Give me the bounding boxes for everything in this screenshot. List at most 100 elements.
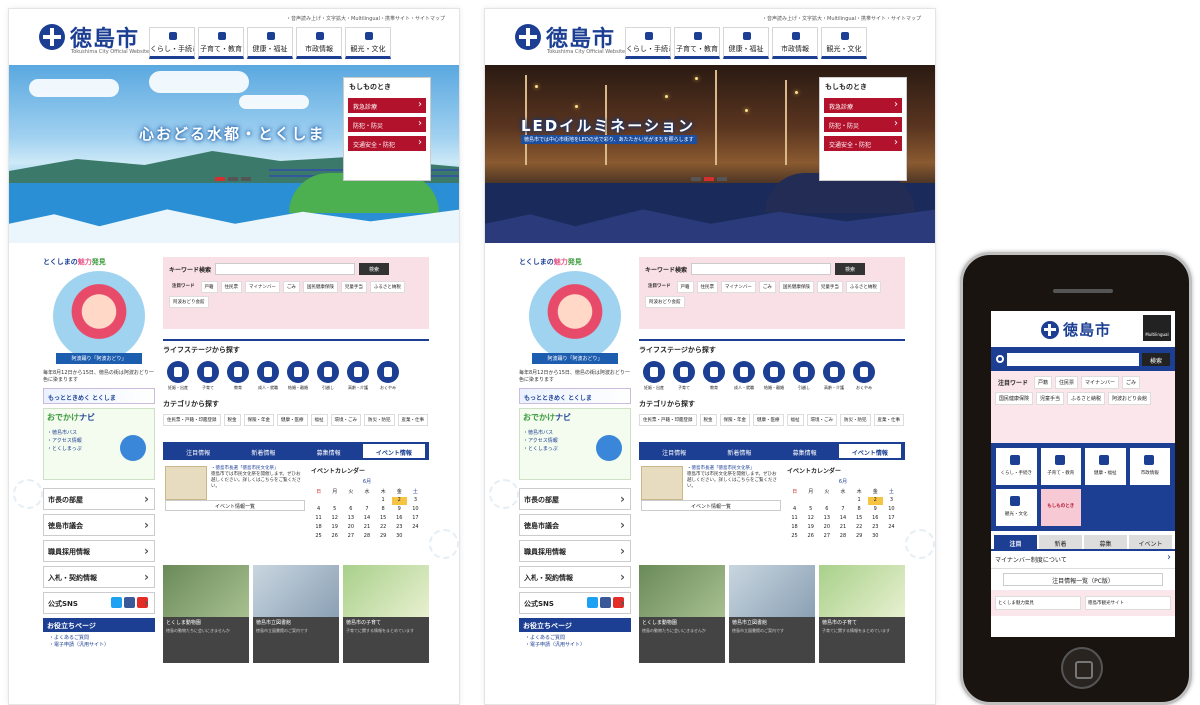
- nav-kurashi[interactable]: くらし・手続き: [149, 27, 195, 59]
- calendar-day[interactable]: 10: [408, 506, 423, 514]
- job-icon[interactable]: [733, 361, 755, 383]
- facebook-icon[interactable]: [600, 597, 611, 608]
- event-list-button[interactable]: イベント情報一覧: [165, 500, 305, 511]
- elderly-icon[interactable]: [347, 361, 369, 383]
- tab-featured[interactable]: 注目情報: [643, 444, 705, 458]
- mobile-tab-new[interactable]: 新着: [1039, 535, 1082, 549]
- odekake-navi[interactable]: おでかけナビ ・徳島市バス ・アクセス情報 ・とくしまっぷ: [43, 408, 155, 480]
- bid-link[interactable]: 入札・契約情報: [519, 566, 631, 588]
- bereavement-icon[interactable]: [377, 361, 399, 383]
- calendar-day[interactable]: 27: [343, 533, 358, 541]
- tab-recruit[interactable]: 募集情報: [774, 444, 836, 458]
- photo-banner-childcare[interactable]: 徳島市の子育て 子育てに関する情報をまとめています: [343, 565, 429, 663]
- event-thumbnail[interactable]: [165, 466, 207, 500]
- calendar-day[interactable]: 22: [852, 524, 867, 532]
- calendar-day[interactable]: 5: [327, 506, 342, 514]
- odekake-navi[interactable]: おでかけナビ ・徳島市バス ・アクセス情報 ・とくしまっぷ: [519, 408, 631, 480]
- multilingual-button[interactable]: Multilingual: [1143, 315, 1171, 341]
- mobile-logo[interactable]: 徳島市: [1041, 319, 1111, 340]
- job-icon[interactable]: [257, 361, 279, 383]
- disaster-button[interactable]: 防犯・防災: [348, 117, 426, 132]
- recruit-link[interactable]: 職員採用情報: [43, 540, 155, 562]
- nav-kenko[interactable]: 健康・福祉: [247, 27, 293, 59]
- event-thumbnail[interactable]: [641, 466, 683, 500]
- moving-icon[interactable]: [317, 361, 339, 383]
- calendar-day[interactable]: 14: [359, 515, 374, 523]
- mayor-room-link[interactable]: 市長の部屋: [43, 488, 155, 510]
- calendar-day[interactable]: 7: [359, 506, 374, 514]
- calendar-day[interactable]: 4: [787, 506, 802, 514]
- calendar-day[interactable]: 17: [884, 515, 899, 523]
- elderly-icon[interactable]: [823, 361, 845, 383]
- mobile-tab-event[interactable]: イベント: [1129, 535, 1172, 549]
- calendar-day[interactable]: 17: [408, 515, 423, 523]
- education-icon[interactable]: [227, 361, 249, 383]
- mobile-nav-kurashi[interactable]: くらし・手続き: [996, 448, 1037, 485]
- calendar-day[interactable]: 4: [311, 506, 326, 514]
- calendar-day[interactable]: 30: [868, 533, 883, 541]
- calendar-day[interactable]: 14: [835, 515, 850, 523]
- hero-banner-day[interactable]: 心おどる水都・とくしま もしものとき 救急診療 防犯・防災 交通安全・防犯: [9, 65, 459, 243]
- calendar-day[interactable]: 10: [884, 506, 899, 514]
- traffic-safety-button[interactable]: 交通安全・防犯: [348, 136, 426, 151]
- traffic-safety-button[interactable]: 交通安全・防犯: [824, 136, 902, 151]
- mobile-search-button[interactable]: 検索: [1142, 352, 1170, 366]
- nav-kanko[interactable]: 観光・文化: [345, 27, 391, 59]
- mobile-nav-shisei[interactable]: 市政情報: [1129, 448, 1170, 485]
- e-apply-link[interactable]: ・電子申請（汎用サイト）: [49, 642, 149, 649]
- marriage-icon[interactable]: [287, 361, 309, 383]
- facebook-icon[interactable]: [124, 597, 135, 608]
- calendar-day[interactable]: 9: [392, 506, 407, 514]
- slider-dot[interactable]: [228, 177, 238, 181]
- calendar-day[interactable]: 20: [819, 524, 834, 532]
- calendar-day[interactable]: 24: [884, 524, 899, 532]
- emergency-clinic-button[interactable]: 救急診療: [348, 98, 426, 113]
- sns-link[interactable]: 公式SNS: [519, 592, 631, 614]
- calendar-day[interactable]: 6: [819, 506, 834, 514]
- calendar-day[interactable]: 12: [803, 515, 818, 523]
- calendar-day[interactable]: 9: [868, 506, 883, 514]
- calendar-day[interactable]: 3: [884, 497, 899, 505]
- city-council-link[interactable]: 徳島市議会: [519, 514, 631, 536]
- tab-new[interactable]: 新着情報: [708, 444, 770, 458]
- tab-event[interactable]: イベント情報: [362, 444, 425, 458]
- nav-shisei[interactable]: 市政情報: [772, 27, 818, 59]
- nav-shisei[interactable]: 市政情報: [296, 27, 342, 59]
- faq-link[interactable]: ・よくあるご質問: [525, 635, 625, 642]
- utility-links[interactable]: ・音声読み上げ・文字拡大・Multilingual・携帯サイト・サイトマップ: [762, 15, 921, 22]
- photo-banner-library[interactable]: 徳島市立図書館 徳島市立図書館のご案内です: [253, 565, 339, 663]
- mobile-nav-kanko[interactable]: 観光・文化: [996, 489, 1037, 526]
- calendar-day[interactable]: 15: [852, 515, 867, 523]
- calendar-day[interactable]: 1: [852, 497, 867, 505]
- calendar-day[interactable]: 21: [359, 524, 374, 532]
- calendar-day[interactable]: 1: [376, 497, 391, 505]
- calendar-day[interactable]: 11: [787, 515, 802, 523]
- calendar-day[interactable]: 25: [311, 533, 326, 541]
- calendar-day[interactable]: 12: [327, 515, 342, 523]
- city-council-link[interactable]: 徳島市議会: [43, 514, 155, 536]
- calendar-day[interactable]: 26: [327, 533, 342, 541]
- mobile-featured-list-button[interactable]: 注目情報一覧（PC版）: [1003, 573, 1163, 586]
- nav-kosodate[interactable]: 子育て・教育: [198, 27, 244, 59]
- pregnancy-icon[interactable]: [167, 361, 189, 383]
- calendar-day[interactable]: 26: [803, 533, 818, 541]
- youtube-icon[interactable]: [137, 597, 148, 608]
- tab-event[interactable]: イベント情報: [838, 444, 901, 458]
- childcare-icon[interactable]: [673, 361, 695, 383]
- calendar-day[interactable]: 16: [392, 515, 407, 523]
- calendar-day[interactable]: 27: [819, 533, 834, 541]
- nav-kanko[interactable]: 観光・文化: [821, 27, 867, 59]
- recruit-link[interactable]: 職員採用情報: [519, 540, 631, 562]
- calendar-day[interactable]: 7: [835, 506, 850, 514]
- search-button[interactable]: 検索: [359, 263, 390, 275]
- tokimeku-banner[interactable]: もっとときめく とくしま: [43, 388, 155, 404]
- utility-links[interactable]: ・音声読み上げ・文字拡大・Multilingual・携帯サイト・サイトマップ: [286, 15, 445, 22]
- hero-banner-night[interactable]: LEDイルミネーション 徳島市では中心市街地をLEDの光で彩り、あたたかい光がま…: [485, 65, 935, 243]
- calendar-day[interactable]: 15: [376, 515, 391, 523]
- event-list-button[interactable]: イベント情報一覧: [641, 500, 781, 511]
- marriage-icon[interactable]: [763, 361, 785, 383]
- home-button[interactable]: [1061, 647, 1103, 689]
- nav-kenko[interactable]: 健康・福祉: [723, 27, 769, 59]
- youtube-icon[interactable]: [613, 597, 624, 608]
- calendar-day[interactable]: 8: [852, 506, 867, 514]
